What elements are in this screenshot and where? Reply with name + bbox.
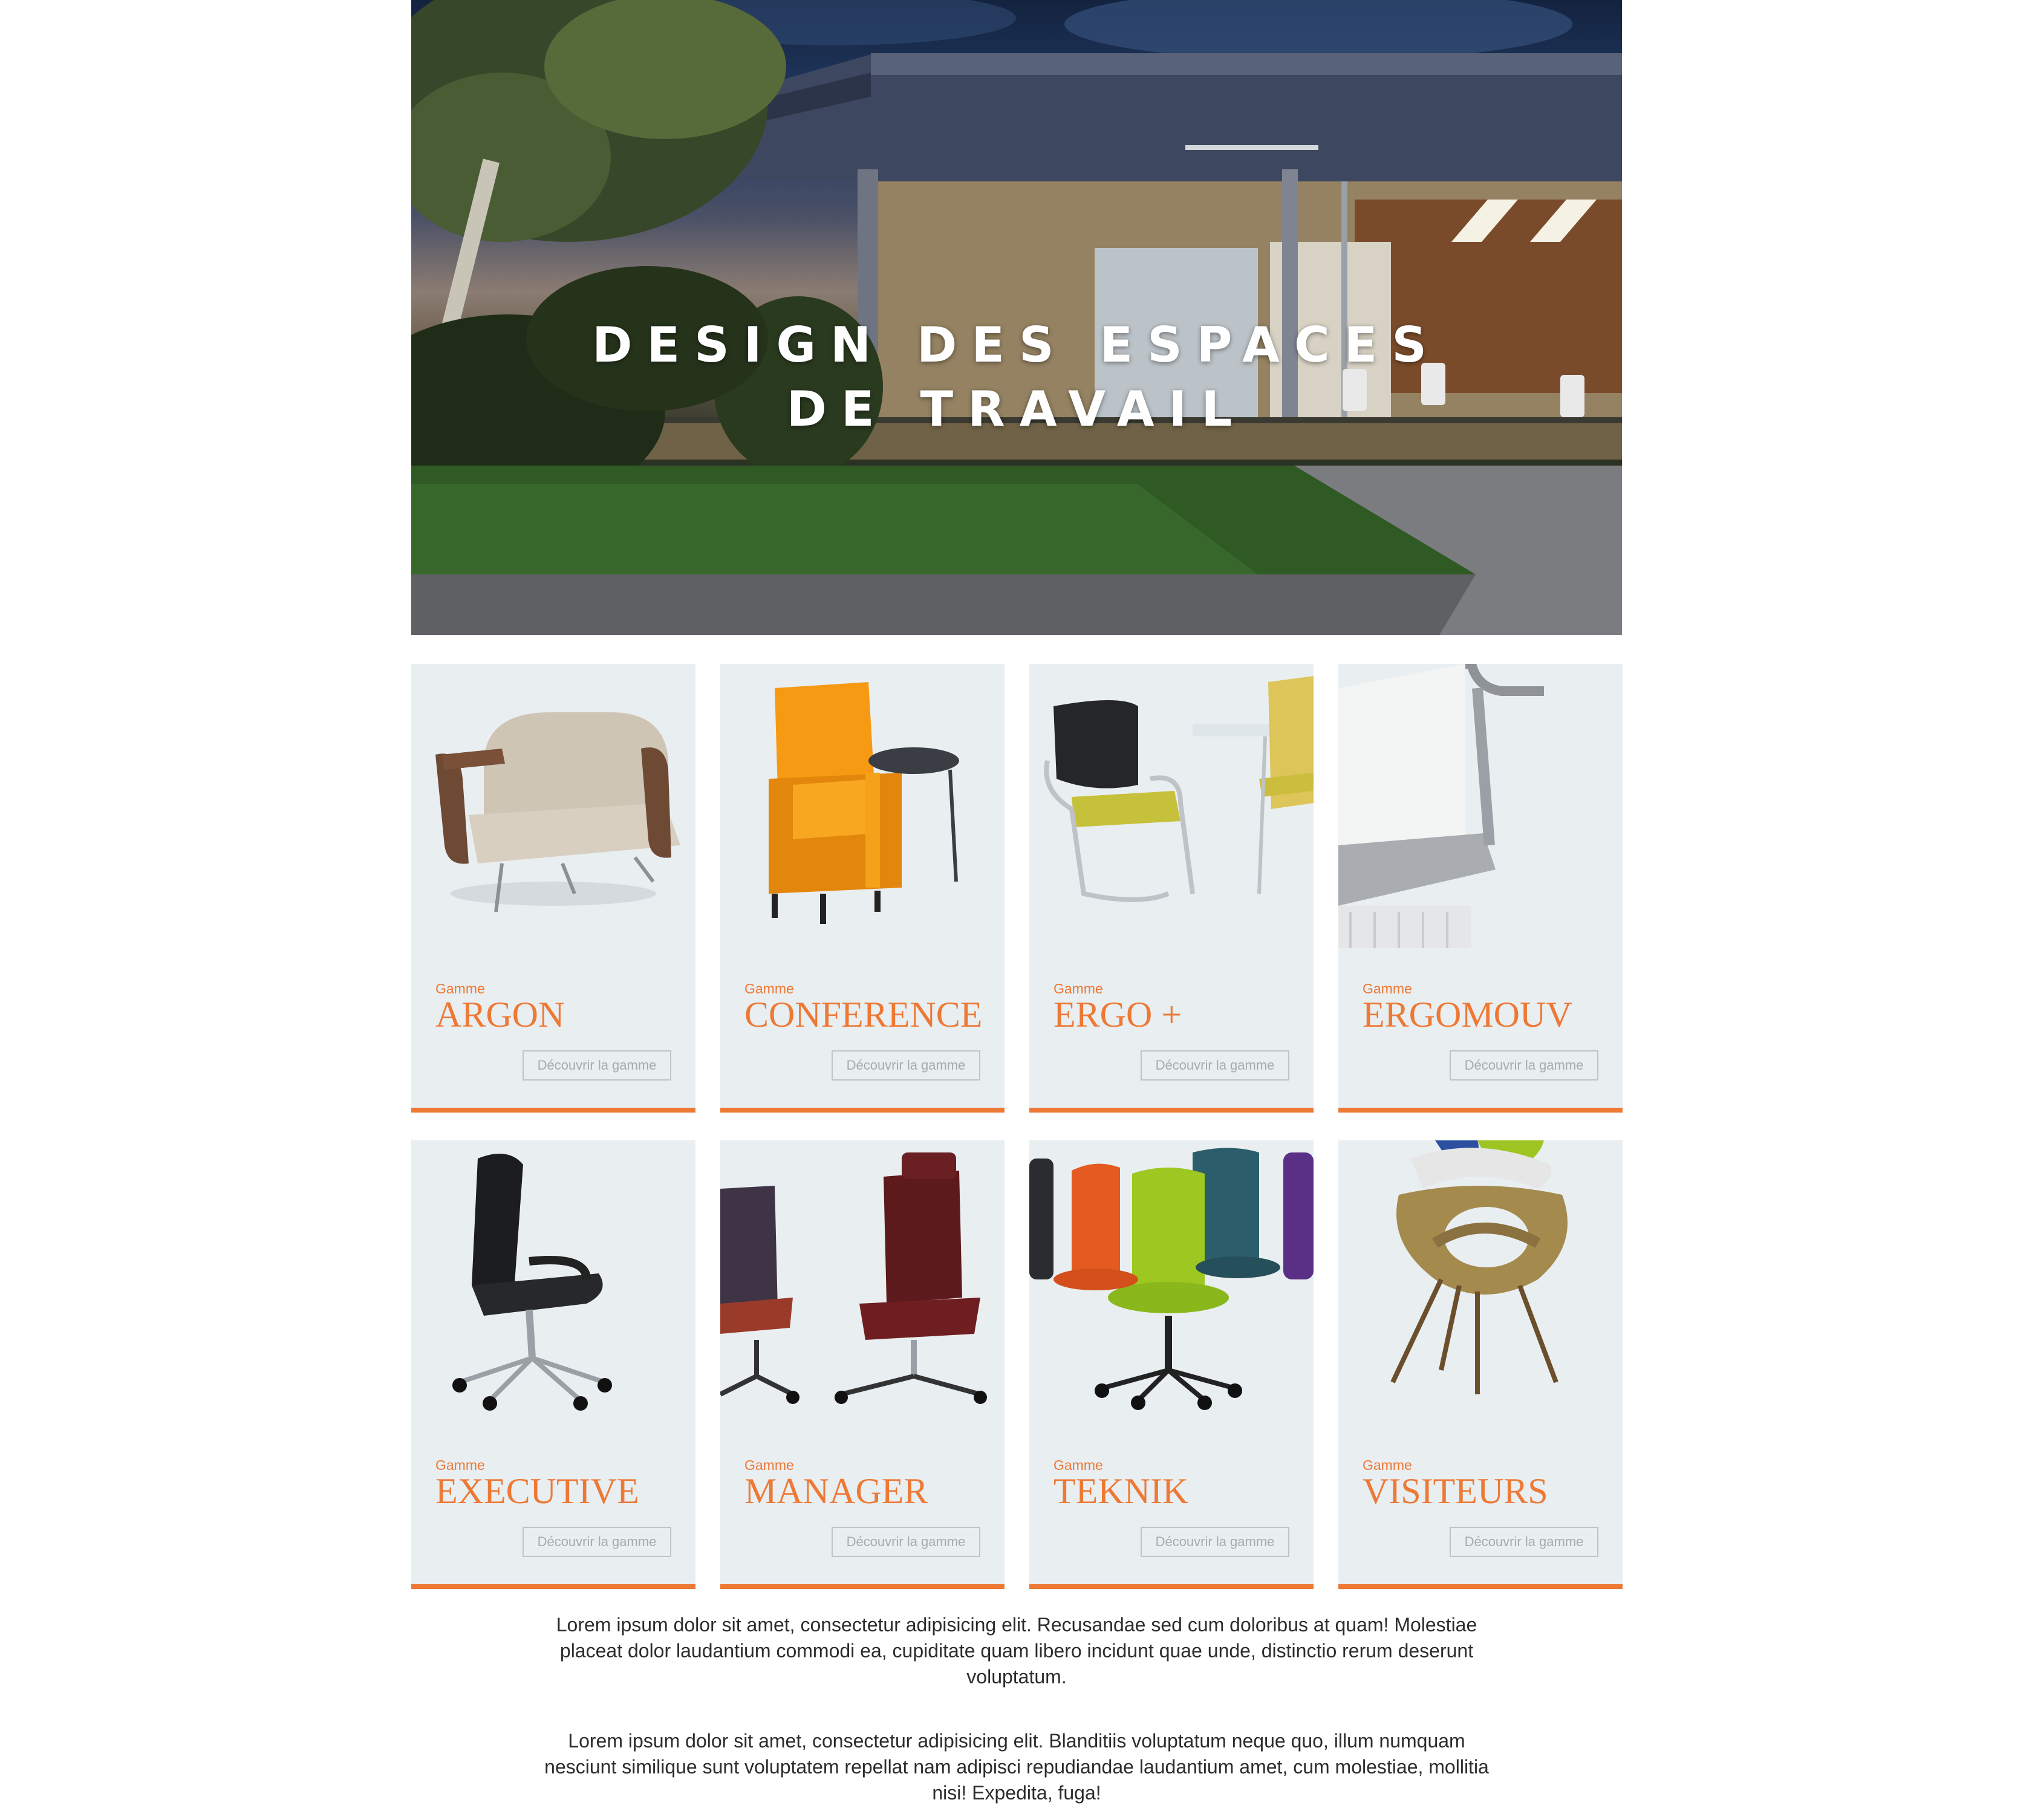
hero-title-line2: DE TRAVAIL	[786, 381, 1247, 437]
card-title: MANAGER	[744, 1471, 928, 1511]
orange-conference-chair-icon	[720, 664, 1005, 948]
product-card-manager[interactable]: Gamme MANAGER Découvrir la gamme	[720, 1140, 1005, 1589]
intro-paragraph-2: Lorem ipsum dolor sit amet, consectetur …	[544, 1730, 1489, 1804]
manager-chairs-icon	[720, 1140, 1005, 1425]
discover-range-button[interactable]: Découvrir la gamme	[1450, 1050, 1598, 1081]
product-card-executive[interactable]: Gamme EXECUTIVE Découvrir la gamme	[411, 1140, 695, 1589]
product-card-conference[interactable]: Gamme CONFERENCE Découvrir la gamme	[720, 664, 1005, 1113]
hero-title: DESIGN DES ESPACES DE TRAVAIL	[411, 313, 1622, 441]
card-title: TEKNIK	[1053, 1471, 1189, 1511]
discover-range-button[interactable]: Découvrir la gamme	[1450, 1527, 1598, 1557]
intro-paragraph-1: Lorem ipsum dolor sit amet, consectetur …	[556, 1614, 1477, 1688]
hero-banner: DESIGN DES ESPACES DE TRAVAIL	[411, 0, 1622, 635]
discover-range-button[interactable]: Découvrir la gamme	[523, 1050, 671, 1081]
discover-range-button[interactable]: Découvrir la gamme	[832, 1527, 980, 1557]
product-card-ergo-plus[interactable]: Gamme ERGO + Découvrir la gamme	[1029, 664, 1314, 1113]
discover-range-button[interactable]: Découvrir la gamme	[1141, 1050, 1289, 1081]
product-card-ergomouv[interactable]: Gamme ERGOMOUV Découvrir la gamme	[1338, 664, 1623, 1113]
discover-range-button[interactable]: Découvrir la gamme	[832, 1050, 980, 1081]
hero-title-line1: DESIGN DES ESPACES	[592, 317, 1441, 373]
card-title: ERGOMOUV	[1363, 995, 1572, 1035]
product-card-visiteurs[interactable]: Gamme VISITEURS Découvrir la gamme	[1338, 1140, 1623, 1589]
ergonomic-chair-closeup-icon	[1338, 664, 1623, 948]
executive-chair-icon	[411, 1140, 695, 1425]
mesh-visitor-chair-icon	[1029, 664, 1314, 948]
card-title: VISITEURS	[1363, 1471, 1548, 1511]
shell-visitor-chair-icon	[1338, 1140, 1623, 1425]
colorful-task-chairs-icon	[1029, 1140, 1314, 1425]
card-title: EXECUTIVE	[435, 1471, 639, 1511]
card-title: ARGON	[435, 995, 565, 1035]
product-card-teknik[interactable]: Gamme TEKNIK Découvrir la gamme	[1029, 1140, 1314, 1589]
card-title: ERGO +	[1053, 995, 1182, 1035]
discover-range-button[interactable]: Découvrir la gamme	[523, 1527, 671, 1557]
product-card-argon[interactable]: Gamme ARGON Découvrir la gamme	[411, 664, 695, 1113]
discover-range-button[interactable]: Découvrir la gamme	[1141, 1527, 1289, 1557]
armchair-icon	[411, 664, 695, 948]
card-title: CONFERENCE	[744, 995, 983, 1035]
